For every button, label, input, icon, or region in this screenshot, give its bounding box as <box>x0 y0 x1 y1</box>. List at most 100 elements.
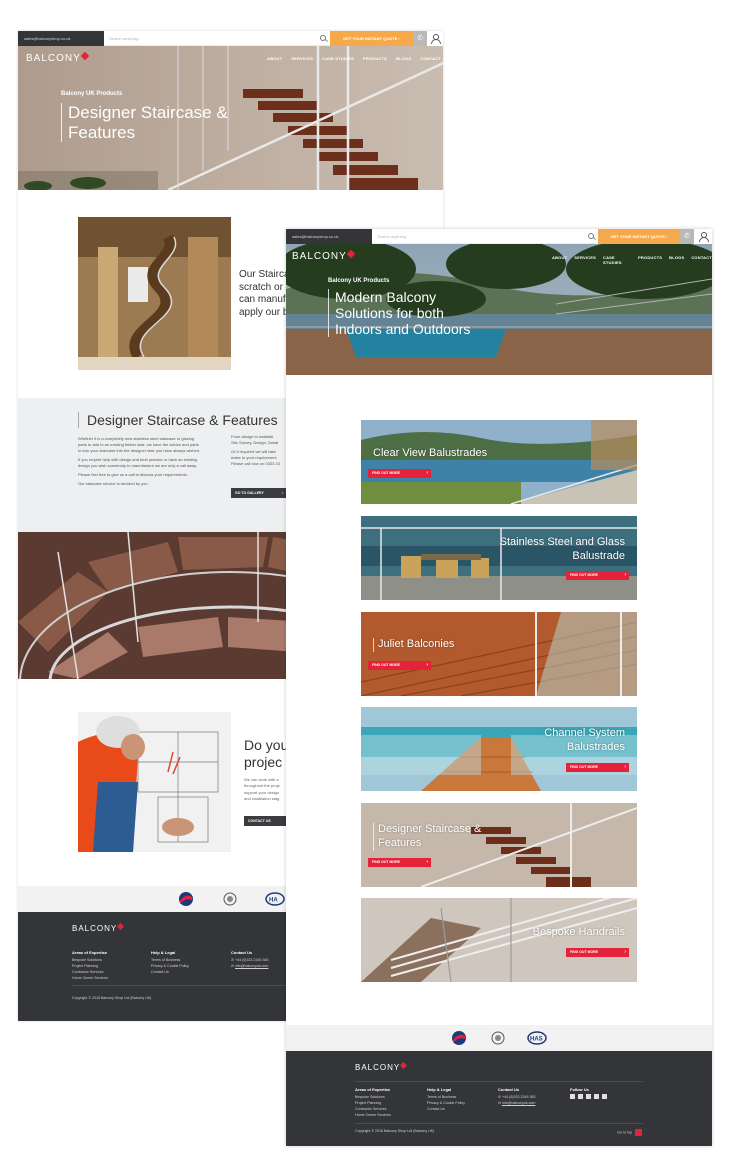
hero-title-line: Solutions for both <box>335 305 444 322</box>
product-card-stainless-steel[interactable]: Stainless Steel and Glass Balustrade FIN… <box>361 516 637 600</box>
search-icon[interactable] <box>588 233 594 239</box>
topbar-email[interactable]: sales@balconyshop.co.uk <box>286 229 372 244</box>
find-out-more-button[interactable]: FIND OUT MORE › <box>566 571 629 580</box>
footer-email[interactable]: ✉ info@balconyuk.com <box>231 963 269 969</box>
chas-cert-logo: HAS <box>527 1031 547 1045</box>
balcony-logo[interactable]: BALCONY <box>26 51 90 64</box>
find-out-more-button[interactable]: FIND OUT MORE › <box>368 858 431 867</box>
footer-col-contact: Contact Us ✆ +44 (0)333 2345 383 ✉ info@… <box>231 950 269 969</box>
card-title: Clear View Balustrades <box>373 447 487 461</box>
nav-products[interactable]: PRODUCTS <box>363 56 387 61</box>
contact-us-button[interactable]: CONTACT US <box>244 816 289 826</box>
footer-col-title: Help & Legal <box>151 950 176 955</box>
footer-link[interactable]: Contact Us <box>151 969 189 975</box>
nav-contact[interactable]: CONTACT <box>691 255 712 265</box>
card-title-line: Channel System <box>544 727 625 739</box>
card-title-line: Balustrade <box>572 549 625 562</box>
footer-logo[interactable]: BALCONY <box>355 1061 408 1072</box>
find-out-more-button[interactable]: FIND OUT MORE › <box>368 469 431 478</box>
button-label: FIND OUT MORE <box>570 765 598 769</box>
footer-divider <box>355 1123 643 1124</box>
search-input[interactable]: Search anything... <box>104 31 330 46</box>
user-icon[interactable] <box>696 229 710 244</box>
main-nav: ABOUT SERVICES CASE STUDIES PRODUCTS BLO… <box>267 56 441 61</box>
nav-about[interactable]: ABOUT <box>267 56 282 61</box>
product-card-designer-staircase[interactable]: Designer Staircase & Features FIND OUT M… <box>361 803 637 887</box>
instant-quote-button[interactable]: GET YOUR INSTANT QUOTE › <box>330 31 413 46</box>
footer-col-expertise: Areas of Expertise Bespoke Solutions Pro… <box>355 1087 391 1118</box>
phone-text: +44 (0)333 2345 383 <box>235 958 269 962</box>
nav-about[interactable]: ABOUT <box>552 255 567 265</box>
svg-text:HA: HA <box>269 898 278 904</box>
product-card-bespoke-handrails[interactable]: Bespoke Handrails FIND OUT MORE › <box>361 898 637 982</box>
footer-col-title: Contact Us <box>498 1087 520 1092</box>
linkedin-icon[interactable] <box>586 1094 591 1099</box>
main-nav: ABOUT SERVICES CASE STUDIES PRODUCTS BLO… <box>552 255 712 265</box>
copy-line: and installation stag <box>244 796 280 802</box>
nav-case-studies[interactable]: CASE STUDIES <box>322 56 354 61</box>
search-placeholder: Search anything... <box>377 234 410 239</box>
right-hero: sales@balconyshop.co.uk Search anything.… <box>286 229 712 375</box>
facebook-icon[interactable] <box>570 1094 575 1099</box>
footer-logo[interactable]: BALCONY <box>72 922 125 933</box>
product-card-juliet[interactable]: Juliet Balconies FIND OUT MORE › <box>361 612 637 696</box>
balcony-logo[interactable]: BALCONY <box>292 249 356 262</box>
find-out-more-button[interactable]: FIND OUT MORE › <box>566 763 629 772</box>
phone-icon[interactable]: ✆ <box>680 229 694 244</box>
product-card-channel-system[interactable]: Channel System Balustrades FIND OUT MORE… <box>361 707 637 791</box>
phone-icon[interactable]: ✆ <box>413 31 427 46</box>
nav-blogs[interactable]: BLOGS <box>669 255 684 265</box>
topbar-email[interactable]: sales@balconyshop.co.uk <box>18 31 104 46</box>
nav-products[interactable]: PRODUCTS <box>638 255 662 265</box>
button-label: FIND OUT MORE <box>570 573 598 577</box>
nav-blogs[interactable]: BLOGS <box>396 56 411 61</box>
section-title: Designer Staircase & Features <box>78 412 278 428</box>
footer-col-title: Follow Us <box>570 1087 589 1092</box>
hero-title-line: Modern Balcony <box>335 289 437 305</box>
user-icon[interactable] <box>428 31 442 46</box>
logo-mark-icon <box>117 922 125 931</box>
go-to-top-label: Go to top <box>617 1130 632 1135</box>
search-input[interactable]: Search anything... <box>372 229 598 244</box>
nav-services[interactable]: SERVICES <box>574 255 596 265</box>
logo-text: BALCONY <box>26 53 81 64</box>
hero-kicker: Balcony UK Products <box>328 278 390 284</box>
footer-col-help: Help & Legal Terms of Business Privacy &… <box>427 1087 465 1112</box>
go-to-top-button[interactable]: Go to top <box>617 1129 642 1136</box>
card-title: Juliet Balconies <box>373 638 454 652</box>
safety-cert-logo <box>179 892 193 906</box>
find-out-more-button[interactable]: FIND OUT MORE › <box>368 661 431 670</box>
instant-quote-button[interactable]: GET YOUR INSTANT QUOTE › <box>598 229 680 244</box>
section-column-1: Whether it is a completely new stainless… <box>78 436 228 487</box>
product-card-clear-view[interactable]: Clear View Balustrades FIND OUT MORE › <box>361 420 637 504</box>
footer-link[interactable]: Contact Us <box>427 1106 465 1112</box>
footer-col-follow: Follow Us <box>570 1087 607 1099</box>
footer-link[interactable]: Home Owner Services <box>72 975 108 981</box>
card-title-line: Clear View Balustrades <box>373 447 488 459</box>
search-icon[interactable] <box>320 35 326 41</box>
twitter-icon[interactable] <box>578 1094 583 1099</box>
find-out-more-button[interactable]: FIND OUT MORE › <box>566 948 629 957</box>
card-title-line: Features <box>378 836 422 849</box>
hero-title: Designer Staircase & Features <box>61 103 228 143</box>
arrow-right-icon: › <box>281 491 283 495</box>
go-to-gallery-button[interactable]: GO TO GALLERY › <box>231 488 286 498</box>
nav-case-studies[interactable]: CASE STUDIES <box>603 255 631 265</box>
nav-services[interactable]: SERVICES <box>291 56 313 61</box>
footer-col-contact: Contact Us ✆ +44 (0)333 2345 383 ✉ info@… <box>498 1087 536 1106</box>
nav-contact[interactable]: CONTACT <box>420 56 441 61</box>
instagram-icon[interactable] <box>602 1094 607 1099</box>
button-label: FIND OUT MORE <box>570 950 598 954</box>
svg-text:HAS: HAS <box>530 1037 543 1043</box>
portfolio-canvas: sales@balconyshop.co.uk Search anything.… <box>0 0 730 1176</box>
footer-email[interactable]: ✉ info@balconyuk.com <box>498 1100 536 1106</box>
arrow-right-icon: › <box>426 662 428 668</box>
card-title: Channel System Balustrades <box>544 727 625 755</box>
footer-col-title: Help & Legal <box>427 1087 452 1092</box>
button-label: GO TO GALLERY <box>235 491 264 495</box>
heading-line: projec <box>244 753 283 770</box>
footer-col-title: Areas of Expertise <box>72 950 108 955</box>
section-text: Please call now on 0333 23 <box>231 461 280 466</box>
footer-link[interactable]: Home Owner Services <box>355 1112 391 1118</box>
google-plus-icon[interactable] <box>594 1094 599 1099</box>
